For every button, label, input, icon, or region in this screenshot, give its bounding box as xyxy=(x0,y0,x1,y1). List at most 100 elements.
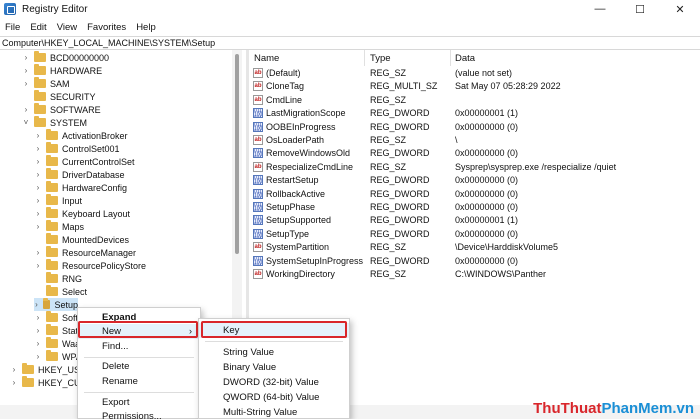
value-row[interactable]: ab OsLoaderPath REG_SZ \ xyxy=(250,134,700,147)
chevron-right-icon[interactable]: › xyxy=(34,209,42,218)
tree-item[interactable]: › Keyboard Layout xyxy=(34,207,130,220)
menu-help[interactable]: Help xyxy=(131,22,161,33)
chevron-right-icon[interactable]: › xyxy=(22,53,30,62)
value-row[interactable]: 0110 1001 0110SetupSupported REG_DWORD 0x0… xyxy=(250,214,700,227)
close-button[interactable]: ✕ xyxy=(660,0,700,18)
menu-bar: File Edit View Favorites Help xyxy=(0,18,700,36)
chevron-right-icon[interactable]: › xyxy=(34,144,42,153)
chevron-right-icon[interactable]: › xyxy=(34,222,42,231)
tree-item[interactable]: › SOFTWARE xyxy=(22,103,101,116)
value-row[interactable]: 0110 1001 0110RemoveWindowsOld REG_DWORD 0… xyxy=(250,147,700,160)
chevron-right-icon[interactable]: › xyxy=(34,170,42,179)
chevron-right-icon[interactable]: › xyxy=(10,365,18,374)
tree-item[interactable]: › Input xyxy=(34,194,82,207)
scroll-thumb[interactable] xyxy=(235,54,239,254)
tree-item-label: ResourceManager xyxy=(62,247,137,258)
menu-find[interactable]: Find... xyxy=(78,339,200,354)
menu-export[interactable]: Export xyxy=(78,395,200,410)
string-value-icon: ab xyxy=(253,269,263,279)
folder-icon xyxy=(46,194,58,205)
submenu-string-value[interactable]: String Value xyxy=(199,345,349,360)
tree-item[interactable]: › Maps xyxy=(34,220,84,233)
tree-item[interactable]: › WPA xyxy=(34,350,82,363)
chevron-right-icon[interactable]: › xyxy=(34,339,42,348)
menu-permissions[interactable]: Permissions... xyxy=(78,409,200,419)
chevron-right-icon[interactable]: › xyxy=(10,378,18,387)
menu-favorites[interactable]: Favorites xyxy=(82,22,131,33)
value-row[interactable]: ab WorkingDirectory REG_SZ C:\WINDOWS\Panth… xyxy=(250,268,700,281)
tree-item[interactable]: ˅ SYSTEM xyxy=(22,116,87,129)
chevron-right-icon[interactable]: › xyxy=(34,248,42,257)
value-row[interactable]: 0110 1001 0110SetupPhase REG_DWORD 0x00000… xyxy=(250,201,700,214)
tree-item[interactable]: › CurrentControlSet xyxy=(34,155,135,168)
value-row[interactable]: ab CloneTag REG_MULTI_SZ Sat May 07 05:28:2… xyxy=(250,80,700,93)
chevron-right-icon[interactable]: › xyxy=(34,196,42,205)
value-row[interactable]: 0110 1001 0110RollbackActive REG_DWORD 0x0… xyxy=(250,188,700,201)
value-row[interactable]: ab RespecializeCmdLine REG_SZ Sysprep\syspr… xyxy=(250,161,700,174)
chevron-right-icon[interactable]: › xyxy=(34,326,42,335)
tree-item[interactable]: › ResourceManager xyxy=(34,246,136,259)
tree-item[interactable]: RNG xyxy=(34,272,82,285)
submenu-binary-value[interactable]: Binary Value xyxy=(199,360,349,375)
chevron-right-icon[interactable]: › xyxy=(34,157,42,166)
chevron-right-icon[interactable]: › xyxy=(22,79,30,88)
column-name[interactable]: Name xyxy=(250,53,279,64)
tree-item[interactable]: › HardwareConfig xyxy=(34,181,127,194)
value-type: REG_SZ xyxy=(370,94,407,105)
menu-view[interactable]: View xyxy=(52,22,82,33)
chevron-right-icon[interactable]: › xyxy=(34,261,42,270)
submenu-qword-value[interactable]: QWORD (64-bit) Value xyxy=(199,390,349,405)
menu-rename[interactable]: Rename xyxy=(78,374,200,389)
tree-item[interactable]: › ControlSet001 xyxy=(34,142,120,155)
tree-item[interactable]: › ActivationBroker xyxy=(34,129,128,142)
chevron-right-icon[interactable] xyxy=(34,275,42,283)
menu-delete[interactable]: Delete xyxy=(78,359,200,374)
chevron-right-icon[interactable] xyxy=(34,288,42,296)
minimize-button[interactable]: — xyxy=(580,0,620,18)
maximize-button[interactable]: ☐ xyxy=(620,0,660,18)
value-row[interactable]: ab SystemPartition REG_SZ \Device\HarddiskV… xyxy=(250,241,700,254)
submenu-multi-string-value[interactable]: Multi-String Value xyxy=(199,405,349,419)
chevron-right-icon[interactable]: › xyxy=(22,105,30,114)
value-row[interactable]: ab CmdLine REG_SZ xyxy=(250,94,700,107)
value-row[interactable]: 0110 1001 0110LastMigrationScope REG_DWOR… xyxy=(250,107,700,120)
tree-item[interactable]: › HARDWARE xyxy=(22,64,102,77)
chevron-right-icon[interactable]: › xyxy=(22,66,30,75)
tree-item[interactable]: › ResourcePolicyStore xyxy=(34,259,146,272)
key-highlight-box xyxy=(201,321,347,338)
column-data[interactable]: Data xyxy=(451,53,475,64)
menu-file[interactable]: File xyxy=(0,22,25,33)
value-row[interactable]: ab (Default) REG_SZ (value not set) xyxy=(250,67,700,80)
value-row[interactable]: 0110 1001 0110SetupType REG_DWORD 0x000000… xyxy=(250,228,700,241)
folder-icon xyxy=(34,51,46,62)
column-divider[interactable] xyxy=(364,50,365,66)
chevron-right-icon[interactable]: › xyxy=(34,131,42,140)
value-data: 0x00000000 (0) xyxy=(455,255,519,266)
tree-item[interactable]: Select xyxy=(34,285,87,298)
chevron-right-icon[interactable]: › xyxy=(34,183,42,192)
address-bar[interactable]: Computer\HKEY_LOCAL_MACHINE\SYSTEM\Setup xyxy=(0,36,700,50)
tree-item[interactable]: › Setup xyxy=(34,298,78,311)
tree-item[interactable]: › DriverDatabase xyxy=(34,168,125,181)
chevron-right-icon[interactable] xyxy=(34,236,42,244)
tree-item[interactable]: › SAM xyxy=(22,77,70,90)
value-row[interactable]: 0110 1001 0110OOBEInProgress REG_DWORD 0x0… xyxy=(250,121,700,134)
value-row[interactable]: 0110 1001 0110SystemSetupInProgress REG_D… xyxy=(250,255,700,268)
tree-item-label: Select xyxy=(62,286,88,297)
value-data: (value not set) xyxy=(455,68,513,78)
column-type[interactable]: Type xyxy=(366,53,391,64)
folder-icon xyxy=(46,272,58,283)
chevron-right-icon[interactable]: › xyxy=(34,352,42,361)
tree-item[interactable]: › State xyxy=(34,324,83,337)
chevron-right-icon[interactable] xyxy=(22,93,30,101)
tree-item[interactable]: › BCD00000000 xyxy=(22,51,109,64)
chevron-right-icon[interactable]: › xyxy=(34,313,42,322)
menu-edit[interactable]: Edit xyxy=(25,22,51,33)
tree-item[interactable]: MountedDevices xyxy=(34,233,129,246)
submenu-dword-value[interactable]: DWORD (32-bit) Value xyxy=(199,375,349,390)
chevron-down-icon[interactable]: ˅ xyxy=(22,118,30,127)
tree-item[interactable]: SECURITY xyxy=(22,90,96,103)
tree-item-label: Keyboard Layout xyxy=(62,208,131,219)
chevron-right-icon[interactable]: › xyxy=(34,300,39,309)
value-row[interactable]: 0110 1001 0110RestartSetup REG_DWORD 0x000… xyxy=(250,174,700,187)
